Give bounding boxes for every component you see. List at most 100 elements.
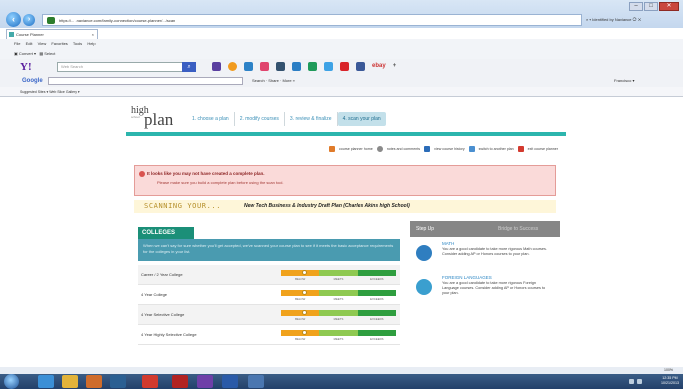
weather-icon[interactable] [228,62,237,71]
sports-icon[interactable] [292,62,301,71]
notes-comments-link[interactable]: notes and comments [387,145,420,153]
onenote-taskbar-icon[interactable] [197,375,213,388]
readiness-marker [301,270,307,275]
exceeds-segment [357,290,396,296]
yahoo-shortcut-icons: ebay + [212,62,396,71]
address-bar[interactable]: https://... .naviance.com/family-connect… [42,14,582,26]
college-type-label: 4 Year Highly Selective College [141,332,197,337]
menu-view[interactable]: View [38,41,47,46]
meets-segment [319,330,358,336]
menu-file[interactable]: File [14,41,20,46]
scale-below: BELOW [295,297,306,301]
course-planner-home-link[interactable]: course planner home [339,145,373,153]
planner-links: course planner home notes and comments v… [328,145,558,153]
maximize-button[interactable]: □ [644,2,658,11]
globe-icon [416,279,432,295]
college-type-label: 4 Year College [141,292,168,297]
favorites-links[interactable]: Suggested Sites ▾ Web Slice Gallery ▾ [20,90,80,94]
yahoo-logo-icon[interactable]: Y! [20,61,32,73]
forward-button[interactable]: › [23,14,35,26]
window-controls: – □ ✕ [629,2,679,11]
select-button[interactable]: ▦ Select [39,51,55,56]
warning-icon [139,171,145,177]
logo-plan: plan [144,110,174,129]
yahoo-toolbar: Y! Web Search ⌕ ebay + [0,59,683,75]
scale-meets: MEETS [333,297,344,301]
readiness-bar [281,330,396,336]
volume-icon[interactable] [637,379,642,384]
readiness-bar [281,310,396,316]
news-icon[interactable] [244,62,253,71]
google-tools[interactable]: Search · Share · More » [252,75,295,87]
mail-icon[interactable] [212,62,221,71]
refresh-icon[interactable]: ⟳ ✕ [632,17,641,22]
college-type-label: Career / 2 Year College [141,272,183,277]
yahoo-search-input[interactable]: Web Search [57,62,183,72]
acrobat-taskbar-icon[interactable] [172,375,188,388]
step-up-label: Step Up [416,226,435,232]
alert-title: It looks like you may not have created a… [147,171,265,176]
step-scan-plan[interactable]: 4. scan your plan [337,112,386,126]
zoom-level[interactable]: 100% [664,367,673,374]
browser-tab[interactable]: Course Planner × [6,29,98,39]
taskbar: 12:35 PM 10/21/2013 [0,374,683,389]
bar-scale: BELOW MEETS EXCEEDS [281,317,396,321]
menu-tools[interactable]: Tools [73,41,82,46]
scale-exceeds: EXCEEDS [370,277,384,281]
exceeds-segment [357,330,396,336]
scan-heading: SCANNING YOUR... [144,202,222,210]
view-course-history-link[interactable]: view course history [434,145,465,153]
finance-icon[interactable] [308,62,317,71]
snipping-taskbar-icon[interactable] [248,375,264,388]
step-review-finalize[interactable]: 3. review & finalize [285,112,338,126]
google-search-input[interactable] [48,77,243,85]
back-button[interactable]: ‹ [6,12,21,27]
start-button[interactable] [4,374,19,389]
switch-plan-link[interactable]: switch to another plan [479,145,514,153]
planner-steps: 1. choose a plan 2. modify courses 3. re… [187,112,386,126]
close-tab-icon[interactable]: × [92,30,94,39]
identity-label: Identified by Naviance [592,17,632,22]
chrome-taskbar-icon[interactable] [142,375,158,388]
google-account[interactable]: Francisco ▾ [614,75,634,87]
step-modify-courses[interactable]: 2. modify courses [235,112,285,126]
explorer-taskbar-icon[interactable] [62,375,78,388]
minimize-button[interactable]: – [629,2,643,11]
step-choose-plan[interactable]: 1. choose a plan [187,112,235,126]
media-taskbar-icon[interactable] [86,375,102,388]
college-row: 4 Year Highly Selective College BELOW ME… [138,325,400,345]
scale-exceeds: EXCEEDS [370,337,384,341]
ie-taskbar-icon[interactable] [38,375,54,388]
convert-button[interactable]: ▣ Convert ▾ [14,51,36,56]
bridge-label: Bridge to Success [498,226,539,232]
readiness-marker [301,290,307,295]
word-taskbar-icon[interactable] [222,375,238,388]
below-segment [281,290,320,296]
app-taskbar-icon[interactable] [110,375,126,388]
network-icon[interactable] [629,379,634,384]
facebook-icon[interactable] [356,62,365,71]
menu-help[interactable]: Help [87,41,95,46]
menu-favorites[interactable]: Favorites [51,41,67,46]
favorites-bar: Suggested Sites ▾ Web Slice Gallery ▾ [0,87,683,97]
math-icon [416,245,432,261]
alert-subtitle: Please make sure you build a complete pl… [157,180,284,185]
clock[interactable]: 12:35 PM 10/21/2013 [661,376,679,386]
switch-plan-icon [468,146,475,152]
yahoo-search-button[interactable]: ⌕ [182,62,196,72]
bookmark-icon[interactable] [340,62,349,71]
college-type-label: 4 Year Selective College [141,312,185,317]
scale-exceeds: EXCEEDS [370,317,384,321]
logo-school: school [131,115,140,119]
flickr-icon[interactable] [260,62,269,71]
add-icon[interactable]: + [393,62,397,71]
tumblr-icon[interactable] [276,62,285,71]
ebay-icon[interactable]: ebay [372,62,386,71]
exit-course-planner-link[interactable]: exit course planner [528,145,558,153]
menu-edit[interactable]: Edit [26,41,33,46]
movies-icon[interactable] [324,62,333,71]
close-window-button[interactable]: ✕ [659,2,679,11]
incomplete-plan-alert: It looks like you may not have created a… [134,165,556,196]
below-segment [281,310,320,316]
site-identity[interactable]: ⌕ ▾ Identified by Naviance ⟳ ✕ [586,14,641,26]
